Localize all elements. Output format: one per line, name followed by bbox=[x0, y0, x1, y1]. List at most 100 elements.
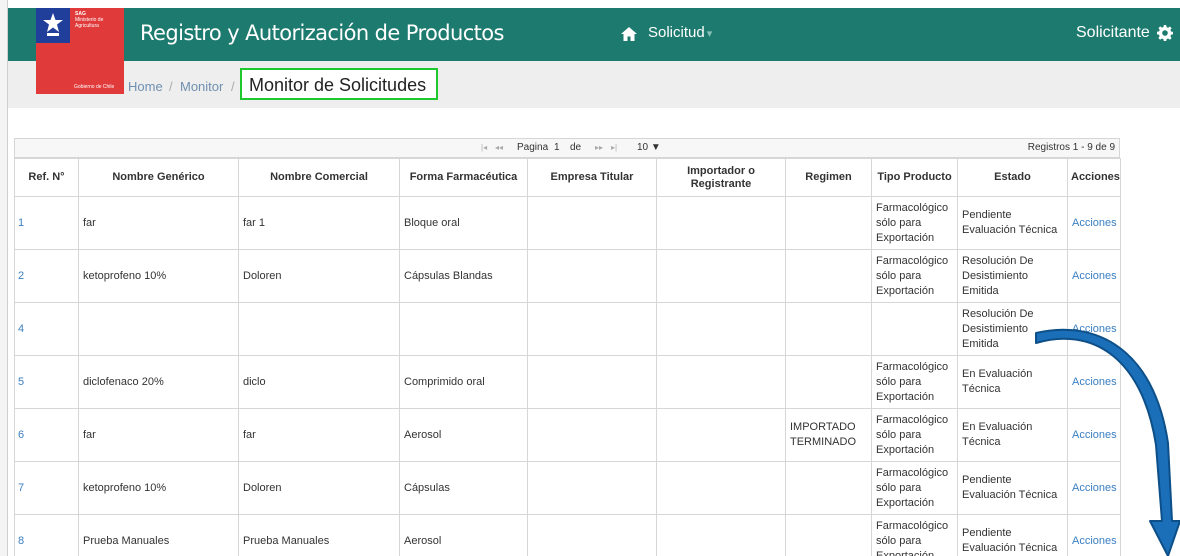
generico-cell: ketoprofeno 10% bbox=[78, 249, 239, 303]
solicitudes-grid: |◂ ◂◂ Pagina 1 de ▸▸ ▸| 10 ▼ Registros 1… bbox=[14, 138, 1121, 556]
column-header[interactable]: Forma Farmacéutica bbox=[399, 158, 528, 197]
breadcrumb-separator: / bbox=[231, 79, 235, 94]
acciones-link[interactable]: Acciones bbox=[1072, 217, 1117, 229]
table-header-row: Ref. N° Nombre Genérico Nombre Comercial… bbox=[14, 158, 1121, 197]
ref-link[interactable]: 5 bbox=[18, 376, 24, 388]
regimen-cell bbox=[785, 514, 872, 556]
table-row: 5 diclofenaco 20% diclo Comprimido oral … bbox=[14, 355, 1121, 409]
estado-cell: Resolución De Desistimiento Emitida bbox=[957, 249, 1068, 303]
nav-solicitud-label: Solicitud bbox=[648, 24, 705, 41]
user-menu[interactable]: Solicitante bbox=[1076, 24, 1150, 42]
logo-agency-text: SAG Ministerio de Agricultura bbox=[75, 11, 104, 29]
ref-cell[interactable]: 8 bbox=[14, 514, 79, 556]
column-header[interactable]: Acciones bbox=[1067, 158, 1121, 197]
prev-page-icon[interactable]: ◂◂ bbox=[495, 143, 503, 152]
importador-cell bbox=[656, 196, 786, 250]
forma-cell: Bloque oral bbox=[399, 196, 528, 250]
importador-cell bbox=[656, 408, 786, 462]
table-row: 7 ketoprofeno 10% Doloren Cápsulas Farma… bbox=[14, 461, 1121, 515]
column-header[interactable]: Ref. N° bbox=[14, 158, 79, 197]
pager: |◂ ◂◂ Pagina 1 de ▸▸ ▸| 10 ▼ Registros 1… bbox=[14, 138, 1120, 158]
forma-cell: Cápsulas Blandas bbox=[399, 249, 528, 303]
empresa-cell bbox=[527, 408, 657, 462]
ref-cell[interactable]: 5 bbox=[14, 355, 79, 409]
comercial-cell: far 1 bbox=[238, 196, 400, 250]
last-page-icon[interactable]: ▸| bbox=[611, 143, 617, 152]
ref-cell[interactable]: 2 bbox=[14, 249, 79, 303]
breadcrumb-home[interactable]: Home bbox=[128, 79, 163, 94]
ref-link[interactable]: 8 bbox=[18, 535, 24, 547]
ref-cell[interactable]: 1 bbox=[14, 196, 79, 250]
importador-cell bbox=[656, 355, 786, 409]
comercial-cell: far bbox=[238, 408, 400, 462]
chile-crest-icon bbox=[43, 13, 63, 36]
column-header[interactable]: Nombre Genérico bbox=[78, 158, 239, 197]
column-header[interactable]: Importador o Registrante bbox=[656, 158, 786, 197]
comercial-cell: diclo bbox=[238, 355, 400, 409]
empresa-cell bbox=[527, 461, 657, 515]
page-title: Monitor de Solicitudes bbox=[249, 75, 427, 95]
ref-link[interactable]: 7 bbox=[18, 482, 24, 494]
forma-cell: Cápsulas bbox=[399, 461, 528, 515]
breadcrumb: Home / Monitor / bbox=[8, 61, 1180, 108]
comercial-cell: Prueba Manuales bbox=[238, 514, 400, 556]
page-size-select[interactable]: 10 ▼ bbox=[637, 142, 661, 153]
comercial-cell: Doloren bbox=[238, 461, 400, 515]
logo-government-text: Gobierno de Chile bbox=[74, 84, 115, 90]
nav-solicitud-menu[interactable]: Solicitud ▾ bbox=[648, 24, 712, 41]
ref-link[interactable]: 2 bbox=[18, 270, 24, 282]
records-count: Registros 1 - 9 de 9 bbox=[1027, 142, 1115, 153]
breadcrumb-monitor[interactable]: Monitor bbox=[180, 79, 223, 94]
breadcrumb-separator: / bbox=[169, 79, 173, 94]
annotation-arrow bbox=[1035, 328, 1180, 556]
estado-cell: Pendiente Evaluación Técnica bbox=[957, 196, 1068, 250]
ref-link[interactable]: 6 bbox=[18, 429, 24, 441]
acciones-cell[interactable]: Acciones bbox=[1067, 249, 1121, 303]
top-navbar: Registro y Autorización de Productos Sol… bbox=[8, 8, 1180, 61]
app-window: Registro y Autorización de Productos Sol… bbox=[0, 0, 1180, 556]
comercial-cell bbox=[238, 302, 400, 356]
acciones-link[interactable]: Acciones bbox=[1072, 270, 1117, 282]
page-input[interactable]: 1 bbox=[554, 142, 568, 153]
importador-cell bbox=[656, 461, 786, 515]
generico-cell: Prueba Manuales bbox=[78, 514, 239, 556]
tipo-cell: Farmacológico sólo para Exportación bbox=[871, 249, 958, 303]
tipo-cell: Farmacológico sólo para Exportación bbox=[871, 355, 958, 409]
regimen-cell bbox=[785, 461, 872, 515]
generico-cell: ketoprofeno 10% bbox=[78, 461, 239, 515]
generico-cell: diclofenaco 20% bbox=[78, 355, 239, 409]
home-icon[interactable] bbox=[620, 25, 638, 43]
sag-logo[interactable]: SAG Ministerio de Agricultura Gobierno de… bbox=[36, 8, 124, 94]
table-row: 4 Resolución De Desistimiento Emitida Ac… bbox=[14, 302, 1121, 356]
generico-cell: far bbox=[78, 408, 239, 462]
ref-link[interactable]: 4 bbox=[18, 323, 24, 335]
empresa-cell bbox=[527, 196, 657, 250]
column-header[interactable]: Nombre Comercial bbox=[238, 158, 400, 197]
forma-cell: Comprimido oral bbox=[399, 355, 528, 409]
importador-cell bbox=[656, 514, 786, 556]
column-header[interactable]: Regimen bbox=[785, 158, 872, 197]
acciones-cell[interactable]: Acciones bbox=[1067, 196, 1121, 250]
regimen-cell: IMPORTADO TERMINADO bbox=[785, 408, 872, 462]
tipo-cell: Farmacológico sólo para Exportación bbox=[871, 461, 958, 515]
column-header[interactable]: Estado bbox=[957, 158, 1068, 197]
forma-cell: Aerosol bbox=[399, 408, 528, 462]
regimen-cell bbox=[785, 196, 872, 250]
pager-de: de bbox=[570, 142, 582, 153]
regimen-cell bbox=[785, 355, 872, 409]
window-edge bbox=[0, 0, 8, 556]
table-row: 8 Prueba Manuales Prueba Manuales Aeroso… bbox=[14, 514, 1121, 556]
next-page-icon[interactable]: ▸▸ bbox=[595, 143, 603, 152]
table-row: 2 ketoprofeno 10% Doloren Cápsulas Bland… bbox=[14, 249, 1121, 303]
breadcrumb-current: Monitor de Solicitudes bbox=[240, 68, 438, 100]
generico-cell: far bbox=[78, 196, 239, 250]
column-header[interactable]: Empresa Titular bbox=[527, 158, 657, 197]
first-page-icon[interactable]: |◂ bbox=[481, 143, 487, 152]
ref-cell[interactable]: 6 bbox=[14, 408, 79, 462]
ref-link[interactable]: 1 bbox=[18, 217, 24, 229]
ref-cell[interactable]: 4 bbox=[14, 302, 79, 356]
importador-cell bbox=[656, 302, 786, 356]
ref-cell[interactable]: 7 bbox=[14, 461, 79, 515]
column-header[interactable]: Tipo Producto bbox=[871, 158, 958, 197]
gear-icon[interactable] bbox=[1157, 25, 1173, 41]
